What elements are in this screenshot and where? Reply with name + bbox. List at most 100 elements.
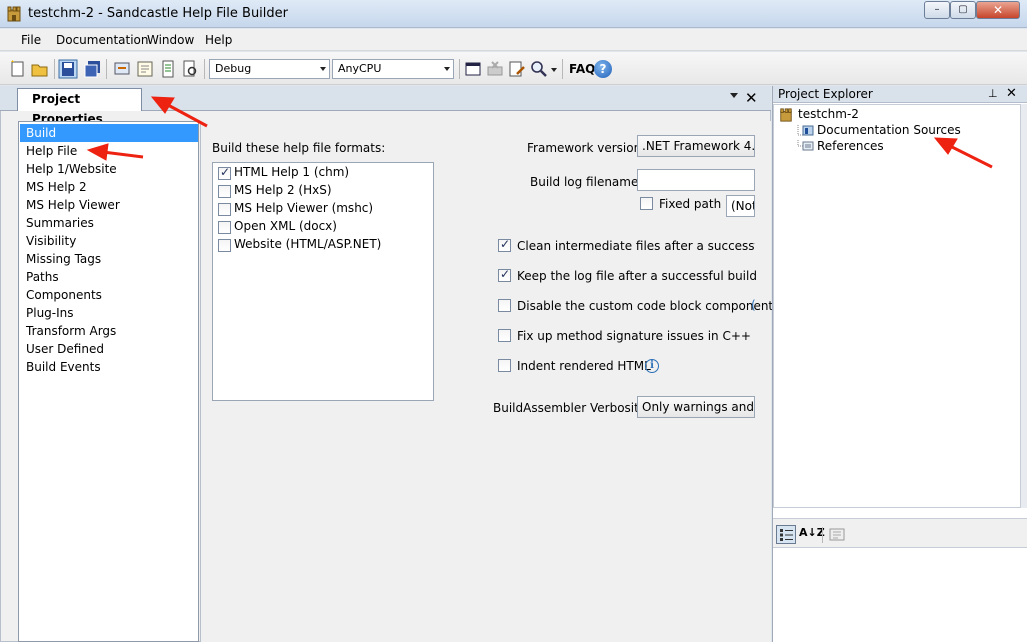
configuration-select[interactable]: Debug <box>209 59 330 79</box>
category-components[interactable]: Components <box>20 286 198 304</box>
chevron-down-icon[interactable] <box>730 93 738 98</box>
save-all-icon[interactable] <box>82 59 102 79</box>
format-checkbox-hxs[interactable] <box>218 185 231 198</box>
format-checkbox-mshc[interactable] <box>218 203 231 216</box>
explorer-scrollbar[interactable] <box>1021 104 1027 508</box>
platform-select[interactable]: AnyCPU <box>332 59 454 79</box>
menu-file[interactable]: File <box>21 33 41 47</box>
verbosity-select[interactable]: Only warnings and err <box>637 396 755 418</box>
tree-node-references[interactable]: References <box>817 139 884 153</box>
option-label-indent-html: Indent rendered HTML <box>517 359 651 373</box>
category-list: Build Help File Help 1/Website MS Help 2… <box>18 121 199 642</box>
option-checkbox-clean[interactable] <box>498 237 511 252</box>
info-icon[interactable]: i <box>645 359 659 373</box>
framework-select[interactable]: .NET Framework 4.0 <box>637 135 755 157</box>
document-icon[interactable] <box>158 59 178 79</box>
format-label-chm: HTML Help 1 (chm) <box>234 165 350 179</box>
find-document-icon[interactable] <box>180 59 200 79</box>
tree-node-project[interactable]: testchm-2 <box>798 107 859 121</box>
search-icon[interactable] <box>529 59 549 79</box>
tree-node-documentation-sources[interactable]: Documentation Sources <box>817 123 961 137</box>
framework-label: Framework version <box>527 141 642 155</box>
alphabetical-sort-button[interactable]: A↓Z <box>799 526 825 539</box>
window-title: testchm-2 - Sandcastle Help File Builder <box>28 6 288 21</box>
menu-window[interactable]: Window <box>147 33 194 47</box>
category-visibility[interactable]: Visibility <box>20 232 198 250</box>
toolbar: Debug AnyCPU FAQ ? <box>0 52 1027 85</box>
category-build-events[interactable]: Build Events <box>20 358 198 376</box>
formats-label: Build these help file formats: <box>212 141 386 155</box>
references-icon <box>797 140 814 151</box>
documentation-sources-icon <box>797 125 814 136</box>
help-icon[interactable]: ? <box>594 60 612 78</box>
properties-toolbar: A↓Z <box>773 518 1027 548</box>
category-transform-args[interactable]: Transform Args <box>20 322 198 340</box>
minimize-button[interactable]: – <box>924 1 950 19</box>
category-missing-tags[interactable]: Missing Tags <box>20 250 198 268</box>
search-dropdown-icon[interactable] <box>551 68 557 72</box>
new-project-icon[interactable] <box>8 59 28 79</box>
category-summaries[interactable]: Summaries <box>20 214 198 232</box>
close-button[interactable]: ✕ <box>976 1 1020 19</box>
log-filename-label: Build log filename <box>530 175 639 189</box>
chevron-down-icon <box>320 67 326 71</box>
close-document-button[interactable]: ✕ <box>745 89 758 107</box>
format-label-website: Website (HTML/ASP.NET) <box>234 237 382 251</box>
category-paths[interactable]: Paths <box>20 268 198 286</box>
category-user-defined[interactable]: User Defined <box>20 340 198 358</box>
save-icon[interactable] <box>58 59 78 79</box>
category-help1-website[interactable]: Help 1/Website <box>20 160 198 178</box>
chevron-down-icon <box>444 67 450 71</box>
fixed-path-label: Fixed path <box>659 197 722 211</box>
properties-grid <box>773 548 1027 642</box>
configuration-value: Debug <box>215 62 252 75</box>
option-label-clean: Clean intermediate files after a success… <box>517 239 755 253</box>
view-help-icon[interactable] <box>135 59 155 79</box>
faq-button[interactable]: FAQ <box>569 62 595 76</box>
pin-icon[interactable]: ⊥ <box>988 87 998 100</box>
menu-help[interactable]: Help <box>205 33 232 47</box>
build-icon[interactable] <box>112 59 132 79</box>
option-label-disable-code-block: Disable the custom code block component <box>517 299 774 313</box>
log-filename-input[interactable] <box>637 169 755 191</box>
option-label-fix-signatures: Fix up method signature issues in C++ XM… <box>517 329 755 343</box>
category-help-file[interactable]: Help File <box>20 142 198 160</box>
fixed-path-checkbox[interactable] <box>640 197 653 210</box>
format-label-hxs: MS Help 2 (HxS) <box>234 183 332 197</box>
calendar-build-icon[interactable] <box>463 59 483 79</box>
option-checkbox-disable-code-block[interactable] <box>498 299 511 312</box>
not-field[interactable]: (Not <box>726 195 755 217</box>
category-build[interactable]: Build <box>20 124 198 142</box>
option-label-keep-log: Keep the log file after a successful bui… <box>517 269 757 283</box>
format-checkbox-chm[interactable] <box>218 165 231 180</box>
verbosity-label: BuildAssembler Verbosity <box>493 401 646 415</box>
project-icon <box>780 108 792 122</box>
open-folder-icon[interactable] <box>30 59 50 79</box>
title-bar: testchm-2 - Sandcastle Help File Builder… <box>0 0 1027 28</box>
formats-list: HTML Help 1 (chm) MS Help 2 (HxS) MS Hel… <box>212 162 434 401</box>
category-ms-help-2[interactable]: MS Help 2 <box>20 178 198 196</box>
category-ms-help-viewer[interactable]: MS Help Viewer <box>20 196 198 214</box>
format-checkbox-website[interactable] <box>218 239 231 252</box>
option-checkbox-indent-html[interactable] <box>498 359 511 372</box>
option-checkbox-fix-signatures[interactable] <box>498 329 511 342</box>
platform-value: AnyCPU <box>338 62 382 75</box>
property-pages-icon <box>829 528 845 541</box>
edit-document-icon[interactable] <box>507 59 527 79</box>
format-label-docx: Open XML (docx) <box>234 219 337 233</box>
categorized-icon <box>780 529 793 541</box>
tab-project-properties[interactable]: Project Properties <box>17 88 142 126</box>
option-checkbox-keep-log[interactable] <box>498 267 511 282</box>
format-checkbox-docx[interactable] <box>218 221 231 234</box>
categorized-view-button[interactable] <box>776 525 796 544</box>
menu-documentation[interactable]: Documentation <box>56 33 149 47</box>
cancel-build-icon <box>487 61 503 76</box>
explorer-tree: testchm-2 Documentation Sources Referenc… <box>773 104 1021 508</box>
maximize-button[interactable]: ▢ <box>950 1 976 19</box>
info-icon-partial[interactable]: ( <box>751 298 756 312</box>
menu-bar: File Documentation Window Help <box>0 29 1027 51</box>
close-explorer-button[interactable]: ✕ <box>1006 86 1017 101</box>
app-icon <box>7 6 21 22</box>
format-label-mshc: MS Help Viewer (mshc) <box>234 201 374 215</box>
category-plug-ins[interactable]: Plug-Ins <box>20 304 198 322</box>
